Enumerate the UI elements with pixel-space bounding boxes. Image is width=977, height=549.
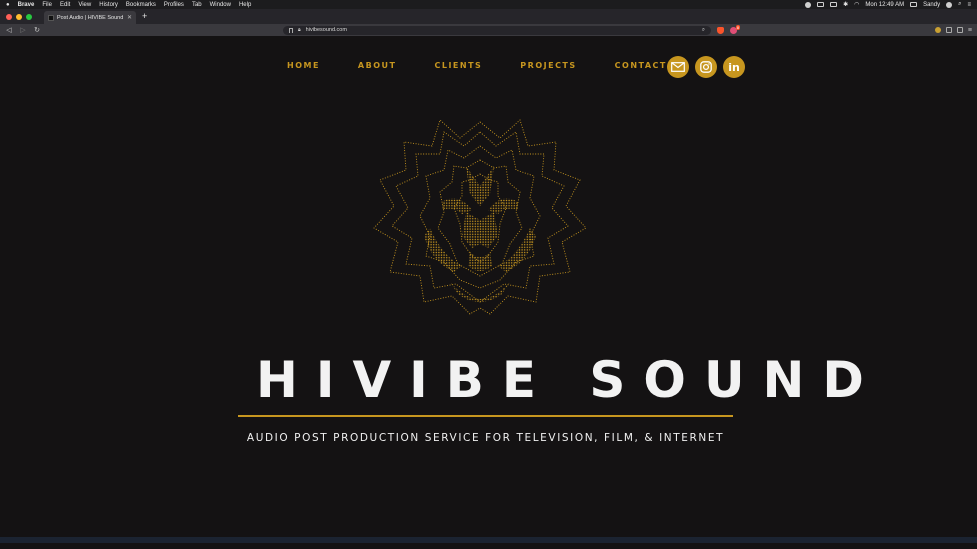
- menubar-user[interactable]: Sandy: [923, 2, 940, 8]
- search-icon[interactable]: ⌕: [702, 27, 705, 34]
- brave-wallet-icon[interactable]: [934, 27, 941, 33]
- browser-menu-icon[interactable]: ≡: [968, 27, 972, 34]
- url-text[interactable]: hivibesound.com: [306, 27, 697, 33]
- nav-home[interactable]: HOME: [287, 61, 320, 70]
- page-bottom-edge: [0, 537, 977, 543]
- menubar-tray: ✱ ◠ Mon 12:49 AM Sandy ⌕ ≡: [805, 1, 971, 8]
- menu-file[interactable]: File: [42, 2, 52, 8]
- menu-tab[interactable]: Tab: [192, 2, 202, 8]
- menu-window[interactable]: Window: [210, 2, 231, 8]
- spotlight-icon[interactable]: ⌕: [958, 1, 961, 8]
- social-links: in: [667, 56, 745, 78]
- instagram-icon: [700, 61, 712, 73]
- linkedin-button[interactable]: in: [723, 56, 745, 78]
- nav-contact[interactable]: CONTACT: [615, 61, 667, 70]
- menu-help[interactable]: Help: [239, 2, 251, 8]
- hero-subtitle: AUDIO POST PRODUCTION SERVICE FOR TELEVI…: [246, 432, 725, 444]
- siri-icon[interactable]: [946, 1, 953, 8]
- user-card-icon: [910, 2, 918, 7]
- wifi-icon[interactable]: ◠: [854, 1, 859, 8]
- zoom-window-button[interactable]: [26, 13, 32, 20]
- minimize-window-button[interactable]: [16, 13, 22, 20]
- new-tab-button[interactable]: +: [142, 12, 147, 21]
- nav-about[interactable]: ABOUT: [358, 61, 397, 70]
- forward-arrow-icon[interactable]: ▷: [19, 27, 27, 34]
- hero-title: HIVIBE SOUND: [256, 351, 882, 409]
- site-nav: HOME ABOUT CLIENTS PROJECTS CONTACT: [287, 61, 705, 70]
- browser-tab[interactable]: Post Audio | HIVIBE Sound | Lo ✕: [44, 11, 136, 24]
- menu-bookmarks[interactable]: Bookmarks: [126, 2, 156, 8]
- extensions-icon[interactable]: [945, 27, 952, 33]
- brave-shields-icon[interactable]: [717, 26, 724, 34]
- bookmark-icon[interactable]: [289, 27, 293, 33]
- nav-clients[interactable]: CLIENTS: [434, 61, 482, 70]
- battery-icon[interactable]: [830, 2, 838, 7]
- apple-icon[interactable]: ●: [6, 2, 10, 8]
- rewards-badge: 8: [735, 24, 740, 30]
- address-bar[interactable]: 🔒︎ hivibesound.com ⌕: [283, 25, 711, 35]
- menu-profiles[interactable]: Profiles: [164, 2, 184, 8]
- linkedin-icon: in: [728, 60, 740, 74]
- brave-rewards-icon[interactable]: 8: [730, 24, 740, 34]
- hero-divider: [238, 415, 733, 417]
- menu-view[interactable]: View: [78, 2, 91, 8]
- site-favicon-icon: [48, 14, 54, 21]
- control-center-icon[interactable]: ≡: [967, 2, 971, 8]
- close-window-button[interactable]: [6, 13, 12, 20]
- menu-edit[interactable]: Edit: [60, 2, 70, 8]
- tray-display-icon[interactable]: [817, 2, 825, 7]
- lion-head-icon: [373, 119, 587, 315]
- tab-title: Post Audio | HIVIBE Sound | Lo: [57, 14, 124, 21]
- reload-icon[interactable]: ↻: [33, 27, 41, 34]
- menu-app-name[interactable]: Brave: [18, 2, 35, 8]
- envelope-icon: [671, 62, 685, 72]
- wallet-icon[interactable]: [956, 27, 963, 33]
- bluetooth-icon[interactable]: ✱: [843, 1, 848, 8]
- menubar-clock[interactable]: Mon 12:49 AM: [865, 2, 904, 8]
- email-button[interactable]: [667, 56, 689, 78]
- toolbar-right-tools: ≡: [934, 27, 972, 34]
- tray-status-icon[interactable]: [805, 1, 812, 8]
- window-controls: [6, 13, 32, 20]
- os-menubar: ● Brave File Edit View History Bookmarks…: [0, 0, 977, 9]
- lock-icon[interactable]: 🔒︎: [298, 27, 301, 33]
- back-arrow-icon[interactable]: ◁: [5, 27, 13, 34]
- browser-tabstrip: Post Audio | HIVIBE Sound | Lo ✕ +: [0, 9, 977, 24]
- menu-history[interactable]: History: [99, 2, 118, 8]
- nav-projects[interactable]: PROJECTS: [520, 61, 576, 70]
- browser-toolbar: ◁ ▷ ↻ 🔒︎ hivibesound.com ⌕ 8 ≡: [0, 24, 977, 36]
- instagram-button[interactable]: [695, 56, 717, 78]
- web-page: HOME ABOUT CLIENTS PROJECTS CONTACT in H…: [0, 36, 977, 543]
- close-tab-icon[interactable]: ✕: [127, 14, 132, 21]
